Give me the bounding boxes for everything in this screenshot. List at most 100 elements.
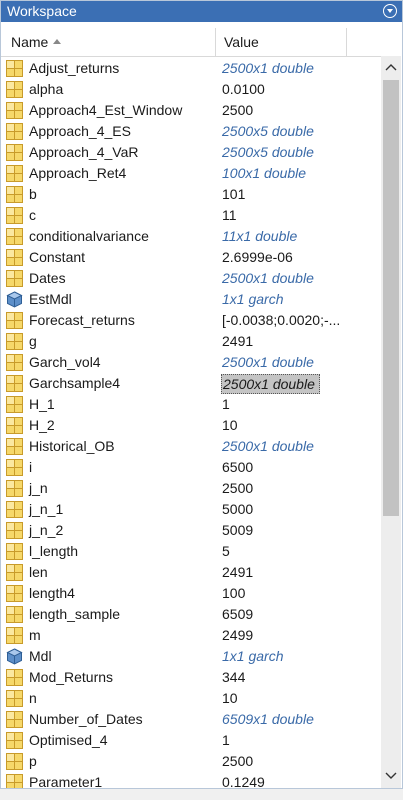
variable-row[interactable]: Garchsample4 2500x1 double	[1, 373, 381, 394]
scrollbar-thumb[interactable]	[383, 80, 399, 516]
variable-value: 1	[222, 732, 230, 748]
matrix-variable-icon	[6, 333, 23, 350]
variable-value: 100	[222, 585, 246, 601]
variable-row[interactable]: Mdl 1x1 garch	[1, 646, 381, 667]
variable-row[interactable]: alpha 0.0100	[1, 79, 381, 100]
variable-name: Optimised_4	[29, 732, 108, 748]
variable-row[interactable]: H_1 1	[1, 394, 381, 415]
matrix-variable-icon	[6, 774, 23, 788]
variable-value: 1	[222, 396, 230, 412]
variable-row[interactable]: g 2491	[1, 331, 381, 352]
variable-name: Forecast_returns	[29, 312, 135, 328]
value-column-header[interactable]: Value	[217, 28, 347, 56]
variable-name: Dates	[29, 270, 66, 286]
variable-row[interactable]: j_n_1 5000	[1, 499, 381, 520]
variable-name: b	[29, 186, 37, 202]
variable-row[interactable]: m 2499	[1, 625, 381, 646]
variable-row[interactable]: i 6500	[1, 457, 381, 478]
variable-row[interactable]: Approach_4_ES 2500x5 double	[1, 121, 381, 142]
variable-row[interactable]: Historical_OB 2500x1 double	[1, 436, 381, 457]
variable-name: g	[29, 333, 37, 349]
variable-row[interactable]: H_2 10	[1, 415, 381, 436]
column-header: Name Value	[1, 28, 381, 57]
variable-value: 2500x1 double	[222, 354, 314, 370]
variable-row[interactable]: Parameter1 0.1249	[1, 772, 381, 788]
scroll-up-button[interactable]	[381, 58, 401, 78]
variable-value: 100x1 double	[222, 165, 307, 181]
variable-name: EstMdl	[29, 291, 72, 307]
variable-name: Approach_Ret4	[29, 165, 127, 181]
variable-row[interactable]: Number_of_Dates 6509x1 double	[1, 709, 381, 730]
matrix-variable-icon	[6, 417, 23, 434]
matrix-variable-icon	[6, 270, 23, 287]
variable-value: 11x1 double	[222, 228, 298, 244]
matrix-variable-icon	[6, 396, 23, 413]
matrix-variable-icon	[6, 669, 23, 686]
matrix-variable-icon	[6, 543, 23, 560]
matrix-variable-icon	[6, 711, 23, 728]
variable-name: length4	[29, 585, 75, 601]
variable-row[interactable]: length4 100	[1, 583, 381, 604]
matrix-variable-icon	[6, 522, 23, 539]
name-column-header[interactable]: Name	[1, 28, 216, 56]
variable-name: l_length	[29, 543, 79, 559]
matrix-variable-icon	[6, 312, 23, 329]
variable-row[interactable]: len 2491	[1, 562, 381, 583]
matrix-variable-icon	[6, 480, 23, 497]
variable-name: Number_of_Dates	[29, 711, 143, 727]
matrix-variable-icon	[6, 228, 23, 245]
matrix-variable-icon	[6, 144, 23, 161]
variable-row[interactable]: c 11	[1, 205, 381, 226]
variable-value: 2500x5 double	[222, 144, 314, 160]
name-column-label: Name	[11, 34, 49, 50]
variable-name: j_n_1	[29, 501, 64, 517]
variable-value: 2499	[222, 627, 254, 643]
matrix-variable-icon	[6, 375, 23, 392]
variable-row[interactable]: j_n_2 5009	[1, 520, 381, 541]
variable-row[interactable]: j_n 2500	[1, 478, 381, 499]
variable-value: 2500x1 double	[222, 270, 314, 286]
variable-value: 2500	[222, 102, 254, 118]
variable-row[interactable]: n 10	[1, 688, 381, 709]
variable-value: 6509	[222, 606, 254, 622]
variable-value: 2500	[222, 753, 254, 769]
sort-ascending-icon	[53, 38, 62, 44]
scroll-down-button[interactable]	[381, 766, 401, 786]
variable-row[interactable]: Approach_Ret4 100x1 double	[1, 163, 381, 184]
chevron-down-icon[interactable]	[383, 4, 397, 18]
variable-row[interactable]: Approach4_Est_Window 2500	[1, 100, 381, 121]
variable-row[interactable]: l_length 5	[1, 541, 381, 562]
variable-name: H_1	[29, 396, 55, 412]
variable-row[interactable]: Dates 2500x1 double	[1, 268, 381, 289]
matrix-variable-icon	[6, 354, 23, 371]
variable-value: 11	[222, 207, 237, 223]
variable-value: 10	[222, 690, 238, 706]
variable-row[interactable]: Approach_4_VaR 2500x5 double	[1, 142, 381, 163]
matrix-variable-icon	[6, 564, 23, 581]
value-column-label: Value	[224, 34, 259, 50]
matrix-variable-icon	[6, 123, 23, 140]
matrix-variable-icon	[6, 438, 23, 455]
variable-row[interactable]: p 2500	[1, 751, 381, 772]
variable-name: j_n_2	[29, 522, 64, 538]
variable-value: 0.0100	[222, 81, 265, 97]
variable-row[interactable]: b 101	[1, 184, 381, 205]
matrix-variable-icon	[6, 165, 23, 182]
variable-row[interactable]: Garch_vol4 2500x1 double	[1, 352, 381, 373]
variable-name: Adjust_returns	[29, 60, 120, 76]
variable-name: Garchsample4	[29, 375, 121, 391]
variable-row[interactable]: Optimised_4 1	[1, 730, 381, 751]
variable-row[interactable]: Constant 2.6999e-06	[1, 247, 381, 268]
variable-row[interactable]: conditionalvariance 11x1 double	[1, 226, 381, 247]
variable-row[interactable]: Forecast_returns [-0.0038;0.0020;-...	[1, 310, 381, 331]
variable-value: 2500x5 double	[222, 123, 314, 139]
variable-row[interactable]: Mod_Returns 344	[1, 667, 381, 688]
matrix-variable-icon	[6, 732, 23, 749]
variable-row[interactable]: Adjust_returns 2500x1 double	[1, 58, 381, 79]
variable-value: 344	[222, 669, 246, 685]
variable-row[interactable]: length_sample 6509	[1, 604, 381, 625]
variable-row[interactable]: EstMdl 1x1 garch	[1, 289, 381, 310]
variable-name: len	[29, 564, 48, 580]
variable-value: 2491	[222, 333, 254, 349]
vertical-scrollbar[interactable]	[381, 56, 401, 788]
